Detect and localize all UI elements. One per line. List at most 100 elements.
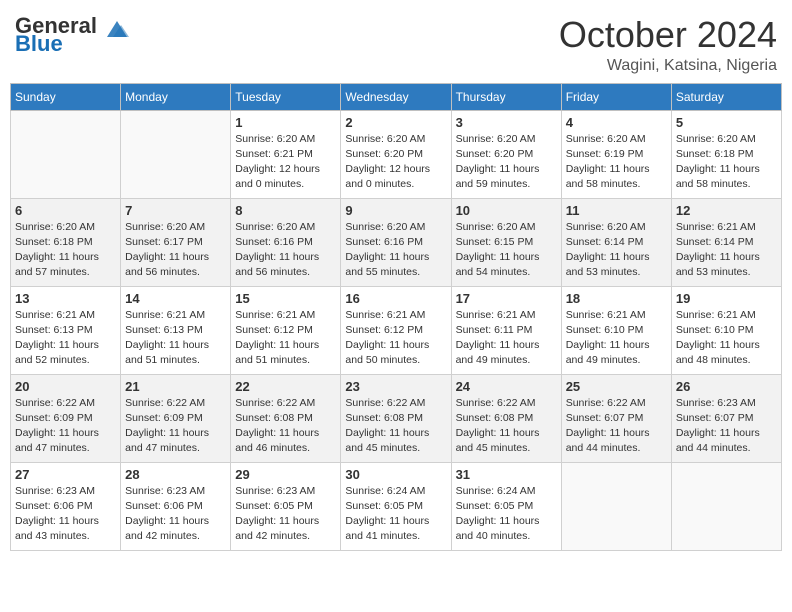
day-number: 22 (235, 379, 336, 394)
day-info: Sunrise: 6:22 AMSunset: 6:08 PMDaylight:… (235, 396, 336, 457)
calendar-cell: 27Sunrise: 6:23 AMSunset: 6:06 PMDayligh… (11, 462, 121, 550)
logo-blue: Blue (15, 33, 97, 55)
day-number: 16 (345, 291, 446, 306)
day-info: Sunrise: 6:20 AMSunset: 6:14 PMDaylight:… (566, 220, 667, 281)
calendar-cell: 11 Sunrise: 6:20 AMSunset: 6:14 PMDayligh… (561, 198, 671, 286)
calendar-cell: 24 Sunrise: 6:22 AMSunset: 6:08 PMDayligh… (451, 374, 561, 462)
day-header-friday: Friday (561, 83, 671, 110)
calendar-week-row: 20 Sunrise: 6:22 AMSunset: 6:09 PMDayligh… (11, 374, 782, 462)
day-number: 21 (125, 379, 226, 394)
calendar-cell: 25 Sunrise: 6:22 AMSunset: 6:07 PMDayligh… (561, 374, 671, 462)
day-number: 1 (235, 115, 336, 130)
day-number: 24 (456, 379, 557, 394)
calendar-header-row: SundayMondayTuesdayWednesdayThursdayFrid… (11, 83, 782, 110)
day-number: 18 (566, 291, 667, 306)
calendar-cell (121, 110, 231, 198)
day-info: Sunrise: 6:21 AMSunset: 6:13 PMDaylight:… (15, 308, 116, 369)
day-info: Sunrise: 6:22 AMSunset: 6:08 PMDaylight:… (345, 396, 446, 457)
day-number: 14 (125, 291, 226, 306)
day-number: 6 (15, 203, 116, 218)
day-number: 4 (566, 115, 667, 130)
calendar-cell: 29 Sunrise: 6:23 AMSunset: 6:05 PMDayligh… (231, 462, 341, 550)
calendar-cell: 30Sunrise: 6:24 AMSunset: 6:05 PMDayligh… (341, 462, 451, 550)
calendar-cell: 26 Sunrise: 6:23 AMSunset: 6:07 PMDayligh… (671, 374, 781, 462)
day-info: Sunrise: 6:21 AMSunset: 6:13 PMDaylight:… (125, 308, 226, 369)
calendar-cell: 18Sunrise: 6:21 AMSunset: 6:10 PMDayligh… (561, 286, 671, 374)
day-header-tuesday: Tuesday (231, 83, 341, 110)
day-number: 19 (676, 291, 777, 306)
calendar-cell: 13 Sunrise: 6:21 AMSunset: 6:13 PMDayligh… (11, 286, 121, 374)
day-info: Sunrise: 6:20 AMSunset: 6:16 PMDaylight:… (345, 220, 446, 281)
calendar-cell: 12 Sunrise: 6:21 AMSunset: 6:14 PMDayligh… (671, 198, 781, 286)
day-info: Sunrise: 6:20 AMSunset: 6:17 PMDaylight:… (125, 220, 226, 281)
day-number: 12 (676, 203, 777, 218)
day-info: Sunrise: 6:20 AMSunset: 6:20 PMDaylight:… (345, 132, 446, 193)
calendar-cell: 9 Sunrise: 6:20 AMSunset: 6:16 PMDaylight… (341, 198, 451, 286)
calendar-cell: 15 Sunrise: 6:21 AMSunset: 6:12 PMDayligh… (231, 286, 341, 374)
day-info: Sunrise: 6:22 AMSunset: 6:07 PMDaylight:… (566, 396, 667, 457)
calendar-week-row: 6Sunrise: 6:20 AMSunset: 6:18 PMDaylight… (11, 198, 782, 286)
day-info: Sunrise: 6:21 AMSunset: 6:10 PMDaylight:… (676, 308, 777, 369)
calendar-cell: 22 Sunrise: 6:22 AMSunset: 6:08 PMDayligh… (231, 374, 341, 462)
calendar-cell: 8 Sunrise: 6:20 AMSunset: 6:16 PMDaylight… (231, 198, 341, 286)
day-info: Sunrise: 6:22 AMSunset: 6:09 PMDaylight:… (125, 396, 226, 457)
day-number: 2 (345, 115, 446, 130)
day-info: Sunrise: 6:23 AMSunset: 6:05 PMDaylight:… (235, 484, 336, 545)
logo: General Blue (15, 15, 131, 55)
location: Wagini, Katsina, Nigeria (559, 57, 777, 75)
day-info: Sunrise: 6:20 AMSunset: 6:15 PMDaylight:… (456, 220, 557, 281)
day-number: 25 (566, 379, 667, 394)
calendar-cell: 16 Sunrise: 6:21 AMSunset: 6:12 PMDayligh… (341, 286, 451, 374)
calendar-cell: 6Sunrise: 6:20 AMSunset: 6:18 PMDaylight… (11, 198, 121, 286)
day-info: Sunrise: 6:23 AMSunset: 6:06 PMDaylight:… (15, 484, 116, 545)
calendar-cell: 23Sunrise: 6:22 AMSunset: 6:08 PMDayligh… (341, 374, 451, 462)
calendar-cell: 3Sunrise: 6:20 AMSunset: 6:20 PMDaylight… (451, 110, 561, 198)
title-area: October 2024 Wagini, Katsina, Nigeria (559, 15, 777, 75)
day-info: Sunrise: 6:24 AMSunset: 6:05 PMDaylight:… (456, 484, 557, 545)
day-number: 26 (676, 379, 777, 394)
logo-icon (103, 17, 131, 41)
calendar-week-row: 13 Sunrise: 6:21 AMSunset: 6:13 PMDayligh… (11, 286, 782, 374)
day-info: Sunrise: 6:22 AMSunset: 6:09 PMDaylight:… (15, 396, 116, 457)
day-info: Sunrise: 6:22 AMSunset: 6:08 PMDaylight:… (456, 396, 557, 457)
calendar-cell (671, 462, 781, 550)
day-info: Sunrise: 6:23 AMSunset: 6:06 PMDaylight:… (125, 484, 226, 545)
day-info: Sunrise: 6:23 AMSunset: 6:07 PMDaylight:… (676, 396, 777, 457)
day-info: Sunrise: 6:20 AMSunset: 6:21 PMDaylight:… (235, 132, 336, 193)
calendar-cell: 19 Sunrise: 6:21 AMSunset: 6:10 PMDayligh… (671, 286, 781, 374)
day-number: 20 (15, 379, 116, 394)
calendar-cell: 1 Sunrise: 6:20 AMSunset: 6:21 PMDaylight… (231, 110, 341, 198)
calendar-cell: 20 Sunrise: 6:22 AMSunset: 6:09 PMDayligh… (11, 374, 121, 462)
calendar-cell: 28Sunrise: 6:23 AMSunset: 6:06 PMDayligh… (121, 462, 231, 550)
day-number: 13 (15, 291, 116, 306)
day-header-saturday: Saturday (671, 83, 781, 110)
calendar-cell: 10 Sunrise: 6:20 AMSunset: 6:15 PMDayligh… (451, 198, 561, 286)
day-header-sunday: Sunday (11, 83, 121, 110)
day-info: Sunrise: 6:20 AMSunset: 6:16 PMDaylight:… (235, 220, 336, 281)
calendar-week-row: 1 Sunrise: 6:20 AMSunset: 6:21 PMDaylight… (11, 110, 782, 198)
day-number: 9 (345, 203, 446, 218)
calendar-cell: 5 Sunrise: 6:20 AMSunset: 6:18 PMDaylight… (671, 110, 781, 198)
day-info: Sunrise: 6:21 AMSunset: 6:11 PMDaylight:… (456, 308, 557, 369)
page-header: General Blue October 2024 Wagini, Katsin… (10, 10, 782, 75)
day-number: 11 (566, 203, 667, 218)
day-number: 10 (456, 203, 557, 218)
day-number: 3 (456, 115, 557, 130)
day-info: Sunrise: 6:20 AMSunset: 6:18 PMDaylight:… (676, 132, 777, 193)
day-number: 17 (456, 291, 557, 306)
calendar-cell (561, 462, 671, 550)
day-number: 29 (235, 467, 336, 482)
calendar-cell: 21 Sunrise: 6:22 AMSunset: 6:09 PMDayligh… (121, 374, 231, 462)
day-number: 8 (235, 203, 336, 218)
day-info: Sunrise: 6:21 AMSunset: 6:12 PMDaylight:… (345, 308, 446, 369)
month-title: October 2024 (559, 15, 777, 55)
day-info: Sunrise: 6:21 AMSunset: 6:12 PMDaylight:… (235, 308, 336, 369)
day-header-thursday: Thursday (451, 83, 561, 110)
day-number: 5 (676, 115, 777, 130)
calendar-cell: 7 Sunrise: 6:20 AMSunset: 6:17 PMDaylight… (121, 198, 231, 286)
day-info: Sunrise: 6:21 AMSunset: 6:14 PMDaylight:… (676, 220, 777, 281)
day-header-wednesday: Wednesday (341, 83, 451, 110)
calendar-week-row: 27Sunrise: 6:23 AMSunset: 6:06 PMDayligh… (11, 462, 782, 550)
day-number: 15 (235, 291, 336, 306)
day-number: 7 (125, 203, 226, 218)
